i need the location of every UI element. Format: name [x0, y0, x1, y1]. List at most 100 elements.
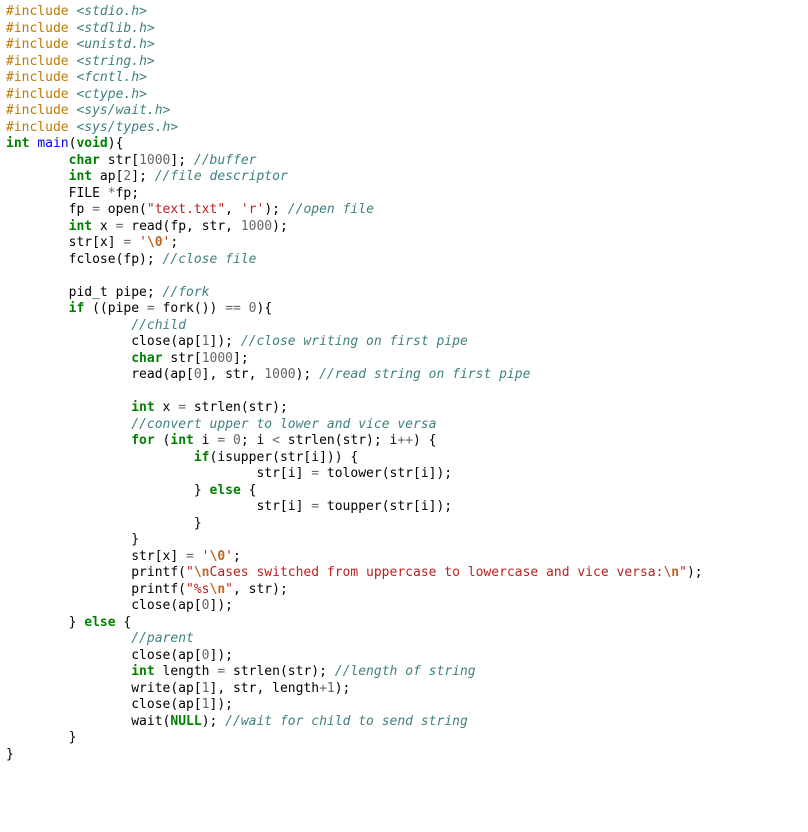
code-line: int x = strlen(str); [6, 400, 288, 415]
code-token: strlen(str); [225, 664, 335, 679]
code-token: <sys/wait.h> [76, 103, 170, 118]
code-token: 0 [202, 598, 210, 613]
code-token: fp; [116, 186, 139, 201]
code-token: ); [687, 565, 703, 580]
code-line: //convert upper to lower and vice versa [6, 417, 436, 432]
code-line: if ((pipe = fork()) == 0){ [6, 301, 272, 316]
code-line: int length = strlen(str); //length of st… [6, 664, 476, 679]
code-token: //read string on first pipe [319, 367, 530, 382]
code-line: //child [6, 318, 186, 333]
code-token: else [84, 615, 115, 630]
code-line: wait(NULL); //wait for child to send str… [6, 714, 468, 729]
code-token: //buffer [194, 153, 257, 168]
code-line: #include <ctype.h> [6, 87, 147, 102]
code-token: #include [6, 54, 76, 69]
code-token: 1000 [202, 351, 233, 366]
code-token: <stdlib.h> [76, 21, 154, 36]
code-token: ], str, [202, 367, 265, 382]
code-line: #include <unistd.h> [6, 37, 155, 52]
code-token: ); [202, 714, 225, 729]
code-line: int x = read(fp, str, 1000); [6, 219, 288, 234]
code-token: } [6, 532, 139, 547]
code-token: int [131, 400, 154, 415]
code-token: ; [170, 235, 178, 250]
code-token: ; [233, 549, 241, 564]
code-token: } [6, 483, 210, 498]
code-token [6, 450, 194, 465]
code-token: //parent [131, 631, 194, 646]
code-token: #include [6, 87, 76, 102]
code-line: if(isupper(str[i])) { [6, 450, 358, 465]
code-token: = [217, 664, 225, 679]
code-token [225, 433, 233, 448]
code-token: == [225, 301, 241, 316]
code-line: str[i] = tolower(str[i]); [6, 466, 452, 481]
code-token: length [155, 664, 218, 679]
code-token: (isupper(str[i])) { [210, 450, 359, 465]
code-token [6, 169, 69, 184]
code-token: = [147, 301, 155, 316]
code-token: ( [155, 433, 171, 448]
code-token [6, 351, 131, 366]
code-token: ); [296, 367, 319, 382]
code-token [6, 400, 131, 415]
code-token: \n [194, 565, 210, 580]
code-token: 1000 [264, 367, 295, 382]
source-code-block: #include <stdio.h> #include <stdlib.h> #… [0, 0, 808, 767]
code-token: 'r' [241, 202, 264, 217]
code-line: } [6, 730, 76, 745]
code-line: } else { [6, 483, 256, 498]
code-token: ++ [397, 433, 413, 448]
code-token: ]; [170, 153, 193, 168]
code-token: #include [6, 70, 76, 85]
code-token: \n [210, 582, 226, 597]
code-token [6, 664, 131, 679]
code-token: ]); [210, 598, 233, 613]
code-token: int [170, 433, 193, 448]
code-token [194, 549, 202, 564]
code-token: main [37, 136, 68, 151]
code-token: <fcntl.h> [76, 70, 146, 85]
code-token: = [217, 433, 225, 448]
code-token: open( [100, 202, 147, 217]
code-token: 1 [327, 681, 335, 696]
code-token: #include [6, 103, 76, 118]
code-token: ); [335, 681, 351, 696]
code-token [6, 301, 69, 316]
code-token [131, 235, 139, 250]
code-line: pid_t pipe; //fork [6, 285, 210, 300]
code-token: } [6, 516, 202, 531]
code-token: = [186, 549, 194, 564]
code-token: if [194, 450, 210, 465]
code-line: read(ap[0], str, 1000); //read string on… [6, 367, 530, 382]
code-token: int [6, 136, 29, 151]
code-token: FILE [6, 186, 108, 201]
code-token: , [225, 202, 241, 217]
code-token: ]; [233, 351, 249, 366]
code-token [6, 153, 69, 168]
code-line: FILE *fp; [6, 186, 139, 201]
code-token: ap[ [92, 169, 123, 184]
code-token: 0 [233, 433, 241, 448]
code-token: strlen(str); i [280, 433, 397, 448]
code-token: //convert upper to lower and vice versa [131, 417, 436, 432]
code-token: + [319, 681, 327, 696]
code-token: ' [225, 549, 233, 564]
code-token: str[ [100, 153, 139, 168]
code-token [241, 301, 249, 316]
code-token: } [6, 730, 76, 745]
code-line: write(ap[1], str, length+1); [6, 681, 350, 696]
code-token: \n [663, 565, 679, 580]
code-token: #include [6, 4, 76, 19]
code-token [6, 318, 131, 333]
code-token: <sys/types.h> [76, 120, 178, 135]
code-token: 1000 [139, 153, 170, 168]
code-token: str[x] [6, 235, 123, 250]
code-token: #include [6, 120, 76, 135]
code-token: //open file [288, 202, 374, 217]
code-token: wait( [6, 714, 170, 729]
code-token: ); [272, 219, 288, 234]
code-token: <ctype.h> [76, 87, 146, 102]
code-token: read(ap[ [6, 367, 194, 382]
code-token: tolower(str[i]); [319, 466, 452, 481]
